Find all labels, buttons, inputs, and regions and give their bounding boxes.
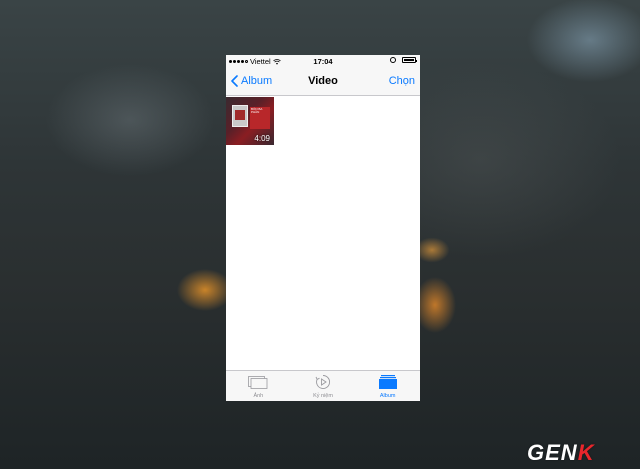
- genk-watermark-logo: GENK: [527, 440, 595, 466]
- tab-memories[interactable]: Kỷ niệm: [291, 371, 356, 401]
- video-duration: 4:09: [254, 134, 270, 143]
- watermark-accent-text: K: [577, 440, 595, 465]
- thumbnail-caption: BÒN BA PHẦN: [251, 107, 263, 114]
- tab-memories-label: Kỷ niệm: [313, 393, 333, 399]
- tab-photos-label: Ảnh: [253, 393, 264, 399]
- watermark-text: GEN: [527, 440, 578, 465]
- photos-icon: [248, 375, 268, 389]
- status-right: [390, 57, 417, 63]
- tab-photos[interactable]: Ảnh: [226, 371, 291, 401]
- video-thumbnail[interactable]: BÒN BA PHẦN 4:09: [226, 97, 274, 145]
- battery-icon: [402, 57, 417, 63]
- thumbnail-image-panel: BÒN BA PHẦN: [250, 107, 270, 129]
- navigation-bar: Album Video Chọn: [226, 69, 420, 96]
- phone-screen: Viettel 17:04 Album Video Chọn BÒN BA PH…: [226, 55, 420, 401]
- albums-icon: [378, 375, 397, 389]
- video-grid: BÒN BA PHẦN 4:09: [226, 96, 420, 370]
- select-button[interactable]: Chọn: [389, 75, 415, 87]
- memories-icon: [315, 375, 331, 389]
- tab-albums-label: Album: [379, 393, 396, 399]
- status-bar: Viettel 17:04: [226, 55, 420, 69]
- rotation-lock-icon: [390, 57, 396, 63]
- tab-albums[interactable]: Album: [355, 371, 420, 401]
- tab-bar: Ảnh Kỷ niệm Album: [226, 370, 420, 401]
- thumbnail-image-screen: [232, 105, 248, 127]
